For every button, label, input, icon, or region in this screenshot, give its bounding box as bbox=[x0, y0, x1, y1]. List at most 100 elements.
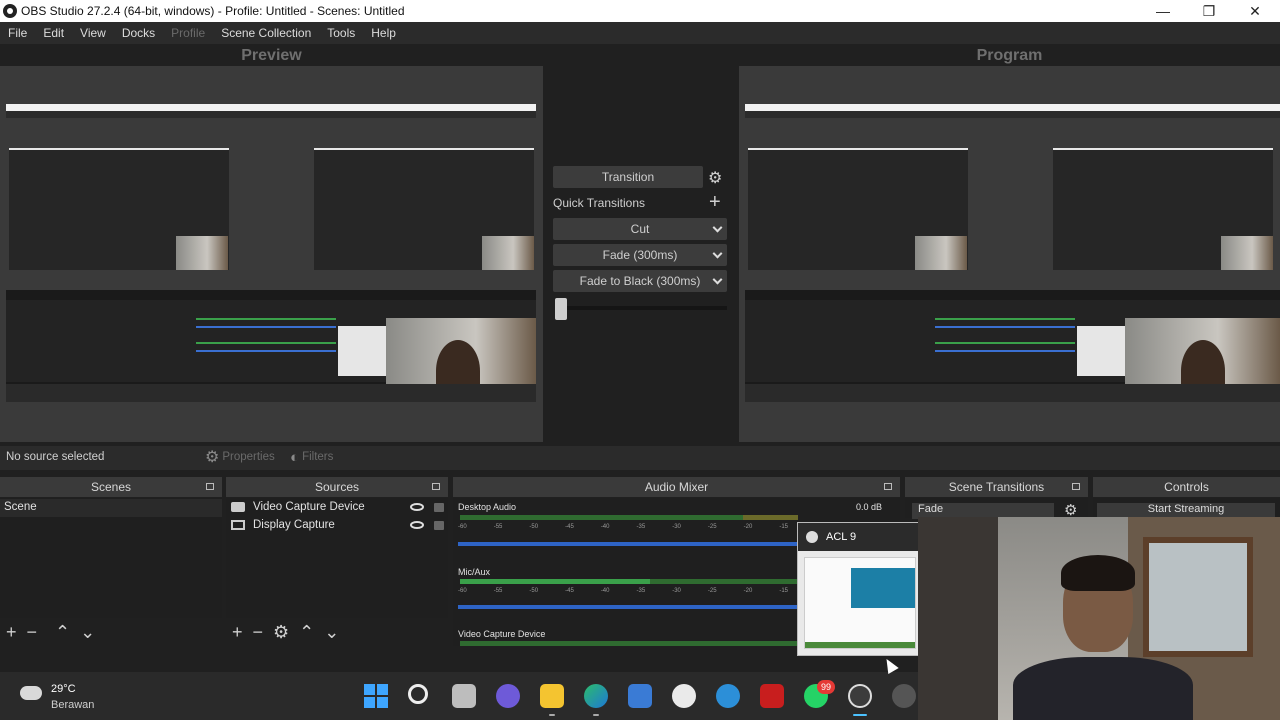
menu-scene-collection[interactable]: Scene Collection bbox=[213, 26, 319, 40]
taskbar-thumbnail-popup[interactable]: ACL 9 bbox=[797, 522, 921, 656]
tick-label: -60 bbox=[458, 524, 467, 530]
desktop-audio-label: Desktop Audio bbox=[458, 502, 517, 512]
menu-profile[interactable]: Profile bbox=[163, 26, 213, 40]
menu-help[interactable]: Help bbox=[363, 26, 404, 40]
move-up-chevron-icon[interactable]: ⌃ bbox=[55, 622, 70, 643]
screen-recorder-icon[interactable] bbox=[892, 684, 916, 708]
scenes-toolbar: + − ⌃ ⌄ bbox=[6, 622, 95, 643]
transition-button[interactable]: Transition bbox=[553, 166, 703, 188]
undock-icon[interactable] bbox=[206, 483, 214, 490]
transition-settings-gear-icon[interactable]: ⚙ bbox=[708, 168, 722, 188]
program-title: Program bbox=[976, 47, 1043, 64]
source-item[interactable]: Display Capture bbox=[231, 519, 335, 531]
weather-temp[interactable]: 29°C bbox=[51, 683, 76, 695]
undock-icon[interactable] bbox=[884, 483, 892, 490]
program-canvas bbox=[745, 104, 1280, 402]
add-scene-plus-icon[interactable]: + bbox=[6, 622, 17, 643]
preview-canvas[interactable] bbox=[6, 104, 536, 402]
tick-label: -25 bbox=[707, 524, 717, 530]
source-context-bar bbox=[0, 446, 1280, 470]
app-icon[interactable] bbox=[672, 684, 696, 708]
mic-aux-scale: -60 -55 -50 -45 -40 -35 -30 -25 -20 -15 bbox=[458, 588, 788, 594]
visibility-eye-icon[interactable] bbox=[410, 503, 424, 511]
scenes-dock-header: Scenes bbox=[0, 477, 222, 497]
transition-slider-track[interactable] bbox=[555, 306, 727, 310]
file-explorer-icon[interactable] bbox=[540, 684, 564, 708]
desktop-audio-scale: -60 -55 -50 -45 -40 -35 -30 -25 -20 -15 bbox=[458, 524, 788, 530]
source-item-label: Display Capture bbox=[253, 519, 335, 531]
cloud-weather-icon[interactable] bbox=[20, 686, 42, 700]
running-indicator bbox=[593, 714, 599, 716]
tick-label: -15 bbox=[779, 588, 788, 594]
tick-label: -35 bbox=[636, 588, 646, 594]
move-down-chevron-icon[interactable]: ⌄ bbox=[324, 622, 339, 643]
source-item[interactable]: Video Capture Device bbox=[231, 501, 365, 513]
source-properties-gear-icon[interactable]: ⚙ bbox=[273, 622, 289, 643]
windows-start-icon[interactable] bbox=[364, 684, 388, 708]
window-title: OBS Studio 27.2.4 (64-bit, windows) - Pr… bbox=[21, 4, 405, 18]
popup-title: ACL 9 bbox=[826, 531, 857, 543]
move-up-chevron-icon[interactable]: ⌃ bbox=[299, 622, 314, 643]
microsoft-store-icon[interactable] bbox=[628, 684, 652, 708]
menu-docks[interactable]: Docks bbox=[114, 26, 163, 40]
filters-button[interactable]: ◐ Filters bbox=[290, 447, 352, 467]
properties-button[interactable]: ⚙ Properties bbox=[205, 447, 285, 467]
fade-to-black-dropdown[interactable]: Fade to Black (300ms) bbox=[553, 270, 727, 292]
maximize-button[interactable]: ❐ bbox=[1186, 0, 1232, 22]
undock-icon[interactable] bbox=[432, 483, 440, 490]
help-icon[interactable] bbox=[716, 684, 740, 708]
tick-label: -15 bbox=[779, 524, 788, 530]
task-view-icon[interactable] bbox=[452, 684, 476, 708]
chevron-down-icon bbox=[712, 274, 723, 285]
filters-label: Filters bbox=[302, 451, 334, 463]
lock-icon[interactable] bbox=[434, 521, 444, 530]
menu-file[interactable]: File bbox=[0, 26, 35, 40]
lock-icon[interactable] bbox=[434, 503, 444, 512]
menu-tools[interactable]: Tools bbox=[319, 26, 363, 40]
search-icon[interactable] bbox=[408, 684, 428, 704]
source-status: No source selected bbox=[6, 451, 105, 463]
desktop-audio-fader[interactable] bbox=[458, 542, 798, 546]
gear-icon: ⚙ bbox=[205, 449, 220, 466]
monitor-icon bbox=[231, 520, 245, 530]
tick-label: -35 bbox=[636, 524, 646, 530]
video-capture-audio-meter bbox=[460, 641, 798, 646]
add-quick-transition-plus-icon[interactable]: + bbox=[709, 191, 721, 214]
sources-title: Sources bbox=[314, 480, 360, 494]
move-down-chevron-icon[interactable]: ⌄ bbox=[80, 622, 95, 643]
fade-transition-dropdown[interactable]: Fade (300ms) bbox=[553, 244, 727, 266]
scene-item-label: Scene bbox=[4, 501, 37, 513]
cut-transition-dropdown[interactable]: Cut bbox=[553, 218, 727, 240]
tick-label: -20 bbox=[743, 588, 753, 594]
transition-slider-handle[interactable] bbox=[555, 298, 567, 320]
tick-label: -50 bbox=[529, 524, 539, 530]
undock-icon[interactable] bbox=[1072, 483, 1080, 490]
properties-label: Properties bbox=[222, 451, 275, 463]
teams-chat-icon[interactable] bbox=[496, 684, 520, 708]
menu-view[interactable]: View bbox=[72, 26, 114, 40]
add-source-plus-icon[interactable]: + bbox=[232, 622, 243, 643]
minimize-button[interactable]: — bbox=[1140, 0, 1186, 22]
scene-transitions-title: Scene Transitions bbox=[948, 480, 1045, 494]
remove-scene-minus-icon[interactable]: − bbox=[27, 622, 38, 643]
fade-label: Fade (300ms) bbox=[602, 248, 678, 262]
controls-dock-header: Controls bbox=[1093, 477, 1280, 497]
tick-label: -30 bbox=[672, 588, 681, 594]
chevron-down-icon bbox=[712, 248, 723, 259]
desktop-audio-meter-yellow bbox=[743, 515, 798, 520]
menu-edit[interactable]: Edit bbox=[35, 26, 72, 40]
obs-logo-icon bbox=[3, 4, 17, 18]
audio-mixer-title: Audio Mixer bbox=[644, 480, 709, 494]
mic-aux-fader[interactable] bbox=[458, 605, 798, 609]
obs-taskbar-icon[interactable] bbox=[848, 684, 872, 708]
mcafee-icon[interactable] bbox=[760, 684, 784, 708]
controls-title: Controls bbox=[1164, 480, 1209, 494]
active-indicator bbox=[853, 714, 867, 716]
visibility-eye-icon[interactable] bbox=[410, 521, 424, 529]
scene-transitions-dock-header: Scene Transitions bbox=[905, 477, 1088, 497]
audio-mixer-dock-header: Audio Mixer bbox=[453, 477, 900, 497]
edge-browser-icon[interactable] bbox=[584, 684, 608, 708]
remove-source-minus-icon[interactable]: − bbox=[253, 622, 264, 643]
weather-desc[interactable]: Berawan bbox=[51, 699, 94, 711]
close-button[interactable]: ✕ bbox=[1232, 0, 1278, 22]
